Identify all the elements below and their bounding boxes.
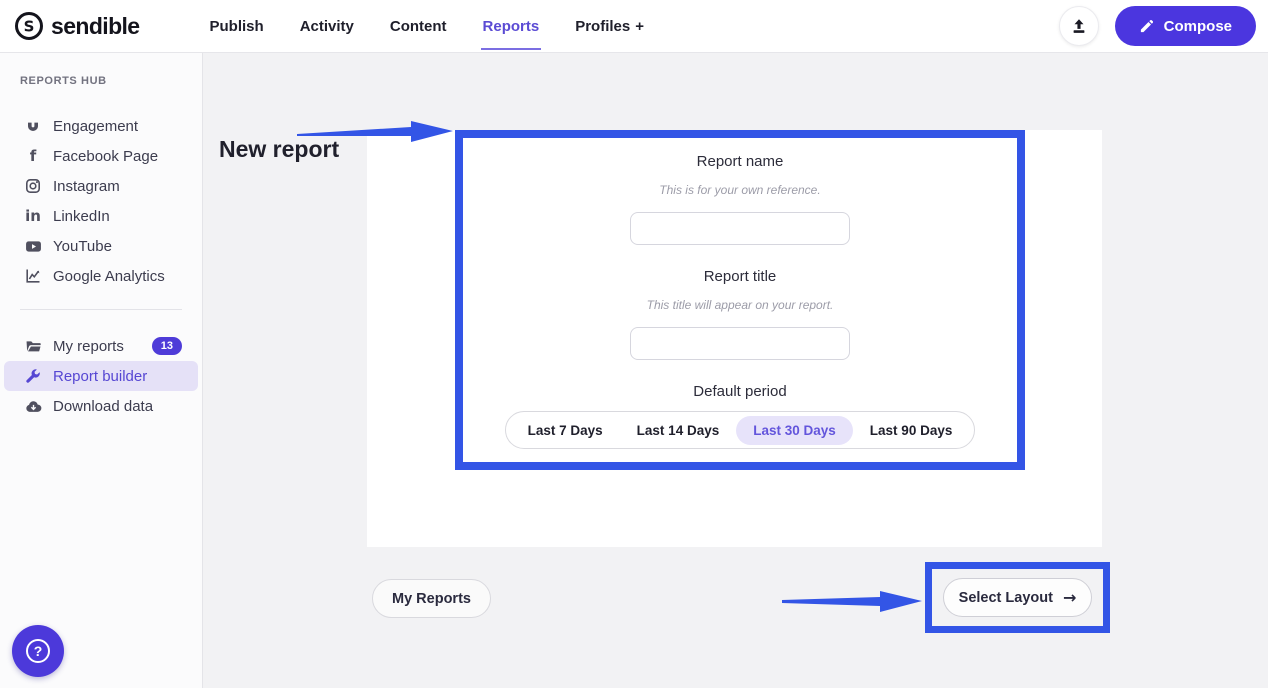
select-layout-button[interactable]: Select Layout → <box>943 578 1092 617</box>
report-title-input[interactable] <box>630 327 850 360</box>
analytics-icon <box>24 267 42 285</box>
my-reports-count-badge: 13 <box>151 337 182 355</box>
brand-name: sendible <box>51 12 140 39</box>
cloud-download-icon <box>24 397 42 415</box>
sidebar-item-instagram[interactable]: Instagram <box>4 171 198 201</box>
instagram-icon <box>24 177 42 195</box>
nav-publish[interactable]: Publish <box>192 0 282 53</box>
report-type-list: Engagement f Facebook Page Instagram in … <box>0 111 202 291</box>
youtube-icon <box>24 237 42 255</box>
svg-text:S: S <box>24 18 35 36</box>
sidebar-item-engagement[interactable]: Engagement <box>4 111 198 141</box>
linkedin-icon: in <box>25 207 41 225</box>
period-segmented-control: Last 7 Days Last 14 Days Last 30 Days La… <box>504 411 976 449</box>
sendible-logo-icon: S <box>14 11 44 41</box>
default-period-label: Default period <box>693 383 787 400</box>
select-layout-highlight-box: Select Layout → <box>925 562 1110 633</box>
plus-icon: + <box>635 17 645 35</box>
top-bar: S sendible Publish Activity Content Repo… <box>0 0 1268 53</box>
magnet-icon <box>24 117 42 135</box>
nav-profiles[interactable]: Profiles + <box>557 0 662 53</box>
report-details-form: Report name This is for your own referen… <box>455 130 1025 470</box>
period-option-last-90-days[interactable]: Last 90 Days <box>853 416 970 445</box>
nav-content[interactable]: Content <box>372 0 465 53</box>
sidebar-item-youtube[interactable]: YouTube <box>4 231 198 261</box>
help-button[interactable]: ? <box>12 625 64 677</box>
period-option-last-14-days[interactable]: Last 14 Days <box>620 416 737 445</box>
my-reports-button[interactable]: My Reports <box>372 579 491 618</box>
question-mark-icon: ? <box>26 639 50 663</box>
sidebar-item-linkedin[interactable]: in LinkedIn <box>4 201 198 231</box>
period-option-last-30-days[interactable]: Last 30 Days <box>736 415 853 445</box>
compose-label: Compose <box>1163 17 1232 35</box>
report-title-hint: This title will appear on your report. <box>646 298 834 312</box>
folder-icon <box>24 337 42 355</box>
main-nav: Publish Activity Content Reports Profile… <box>192 0 663 53</box>
report-name-label: Report name <box>696 153 784 170</box>
sidebar-divider <box>20 309 182 310</box>
wrench-icon <box>24 367 42 385</box>
main-content: New report Report name This is for your … <box>203 53 1268 688</box>
report-title-label: Report title <box>703 268 777 285</box>
nav-reports[interactable]: Reports <box>465 0 558 53</box>
upload-icon <box>1070 17 1088 35</box>
nav-activity[interactable]: Activity <box>282 0 372 53</box>
sidebar-item-google-analytics[interactable]: Google Analytics <box>4 261 198 291</box>
reports-sidebar: REPORTS HUB Engagement f Facebook Page I… <box>0 53 203 688</box>
compose-button[interactable]: Compose <box>1114 6 1256 46</box>
facebook-icon: f <box>29 147 37 165</box>
sidebar-section-title: REPORTS HUB <box>20 75 107 87</box>
sidebar-item-facebook-page[interactable]: f Facebook Page <box>4 141 198 171</box>
topbar-actions: Compose <box>1058 6 1256 46</box>
sendible-logo[interactable]: S sendible <box>14 11 140 41</box>
report-name-hint: This is for your own reference. <box>659 183 821 197</box>
sidebar-item-my-reports[interactable]: My reports 13 <box>4 331 198 361</box>
annotation-arrow-select-layout <box>782 591 922 612</box>
sidebar-item-report-builder[interactable]: Report builder <box>4 361 198 391</box>
sidebar-item-download-data[interactable]: Download data <box>4 391 198 421</box>
page-title: New report <box>219 136 340 162</box>
pencil-icon <box>1139 19 1154 34</box>
report-name-input[interactable] <box>630 212 850 245</box>
select-layout-label: Select Layout <box>958 589 1053 606</box>
period-option-last-7-days[interactable]: Last 7 Days <box>511 416 620 445</box>
report-tools-list: My reports 13 Report builder Download da… <box>0 331 202 421</box>
upload-button[interactable] <box>1058 6 1099 46</box>
right-arrow-icon: → <box>1062 587 1077 607</box>
